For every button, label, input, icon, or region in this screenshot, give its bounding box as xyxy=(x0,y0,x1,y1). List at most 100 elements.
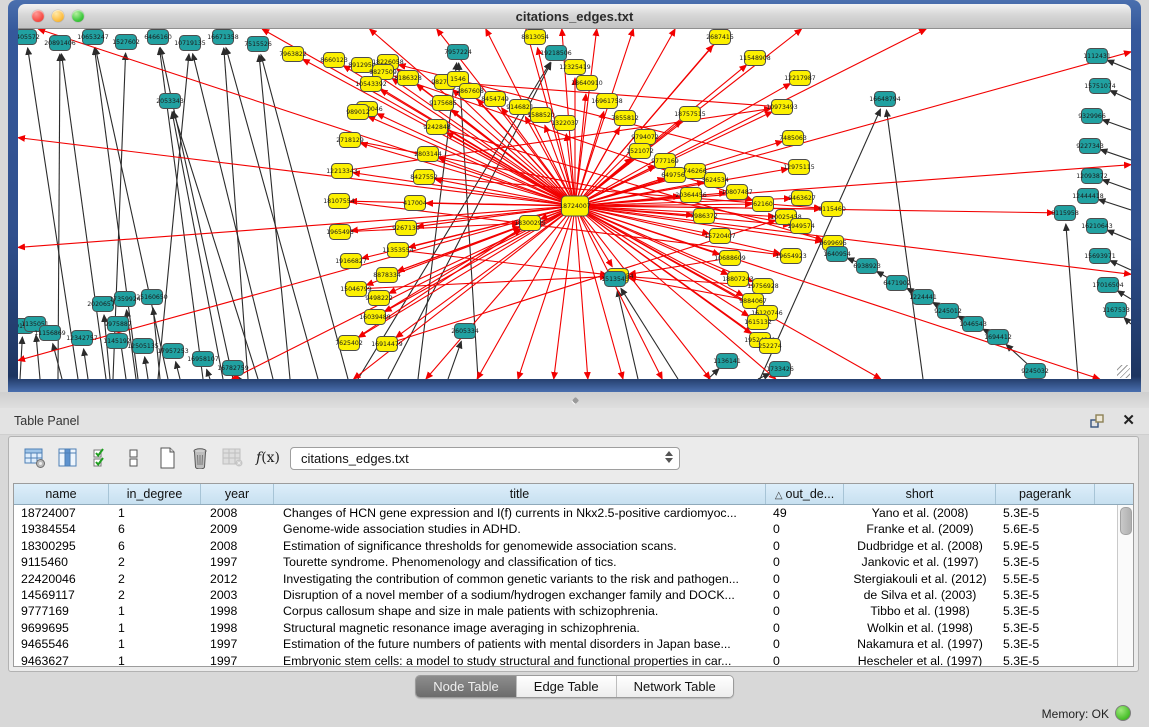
table-row[interactable]: 969969511998Structural magnetic resonanc… xyxy=(14,620,1133,636)
network-canvas[interactable]: 2405572208914061065324715276026466160107… xyxy=(18,29,1131,379)
table-cell[interactable]: Nakamura et al. (1997) xyxy=(844,636,996,652)
table-cell[interactable]: Tourette syndrome. Phenomenology and cla… xyxy=(274,554,766,570)
table-cell[interactable]: 1 xyxy=(109,505,201,521)
table-cell[interactable]: 6 xyxy=(109,521,201,537)
function-builder-icon[interactable]: f(x) xyxy=(256,450,280,466)
table-cell[interactable]: Disruption of a novel member of a sodium… xyxy=(274,587,766,603)
table-cell[interactable]: 2008 xyxy=(201,538,274,554)
table-cell[interactable]: 0 xyxy=(766,538,844,554)
table-row[interactable]: 1830029562008Estimation of significance … xyxy=(14,538,1133,554)
tab-node-table[interactable]: Node Table xyxy=(416,676,517,697)
column-header-in_degree[interactable]: in_degree xyxy=(109,484,201,504)
close-panel-icon[interactable]: ✕ xyxy=(1122,411,1135,429)
table-cell[interactable]: 0 xyxy=(766,587,844,603)
table-cell[interactable]: Dudbridge et al. (2008) xyxy=(844,538,996,554)
table-cell[interactable]: de Silva et al. (2003) xyxy=(844,587,996,603)
table-cell[interactable]: 1 xyxy=(109,620,201,636)
table-cell[interactable]: 5.3E-5 xyxy=(996,554,1095,570)
table-row[interactable]: 911546021997Tourette syndrome. Phenomeno… xyxy=(14,554,1133,570)
scrollbar-thumb[interactable] xyxy=(1120,507,1132,535)
table-cell[interactable]: 2003 xyxy=(201,587,274,603)
table-cell[interactable]: 2 xyxy=(109,587,201,603)
table-cell[interactable]: 5.3E-5 xyxy=(996,636,1095,652)
table-cell[interactable]: 49 xyxy=(766,505,844,521)
panel-splitter[interactable] xyxy=(0,392,1149,408)
table-cell[interactable]: Yano et al. (2008) xyxy=(844,505,996,521)
table-cell[interactable]: 2 xyxy=(109,571,201,587)
table-cell[interactable]: Stergiakouli et al. (2012) xyxy=(844,571,996,587)
table-cell[interactable]: Franke et al. (2009) xyxy=(844,521,996,537)
table-cell[interactable]: Changes of HCN gene expression and I(f) … xyxy=(274,505,766,521)
column-header-year[interactable]: year xyxy=(201,484,274,504)
column-header-short[interactable]: short xyxy=(844,484,996,504)
column-header-out_de[interactable]: △out_de... xyxy=(766,484,844,504)
splitter-handle-icon[interactable] xyxy=(572,397,579,404)
resize-grip-icon[interactable] xyxy=(1117,365,1130,378)
memory-indicator[interactable] xyxy=(1115,705,1131,721)
table-cell[interactable]: 2008 xyxy=(201,505,274,521)
table-cell[interactable]: 9115460 xyxy=(14,554,109,570)
table-cell[interactable]: 9699695 xyxy=(14,620,109,636)
table-cell[interactable]: 0 xyxy=(766,620,844,636)
table-cell[interactable]: 18300295 xyxy=(14,538,109,554)
table-cell[interactable]: 5.5E-5 xyxy=(996,571,1095,587)
table-cell[interactable]: 5.3E-5 xyxy=(996,620,1095,636)
table-cell[interactable]: 19384554 xyxy=(14,521,109,537)
table-cell[interactable]: Jankovic et al. (1997) xyxy=(844,554,996,570)
table-cell[interactable]: Genome-wide association studies in ADHD. xyxy=(274,521,766,537)
table-cell[interactable]: Corpus callosum shape and size in male p… xyxy=(274,603,766,619)
table-cell[interactable]: 5.3E-5 xyxy=(996,653,1095,667)
table-cell[interactable]: 5.3E-5 xyxy=(996,587,1095,603)
table-cell[interactable]: 1997 xyxy=(201,653,274,667)
new-table-icon[interactable] xyxy=(155,446,179,470)
table-cell[interactable]: 5.3E-5 xyxy=(996,505,1095,521)
table-cell[interactable]: 2 xyxy=(109,554,201,570)
show-columns-icon[interactable] xyxy=(56,446,80,470)
table-cell[interactable]: 9465546 xyxy=(14,636,109,652)
table-cell[interactable]: Tibbo et al. (1998) xyxy=(844,603,996,619)
table-row[interactable]: 946554611997Estimation of the future num… xyxy=(14,636,1133,652)
table-cell[interactable]: 18724007 xyxy=(14,505,109,521)
table-cell[interactable]: 9463627 xyxy=(14,653,109,667)
table-cell[interactable]: 1 xyxy=(109,603,201,619)
table-cell[interactable]: 1997 xyxy=(201,554,274,570)
table-cell[interactable]: Structural magnetic resonance image aver… xyxy=(274,620,766,636)
table-row[interactable]: 977716911998Corpus callosum shape and si… xyxy=(14,603,1133,619)
table-row[interactable]: 946362711997Embryonic stem cells: a mode… xyxy=(14,653,1133,667)
clear-selection-icon[interactable] xyxy=(122,446,146,470)
table-cell[interactable]: Investigating the contribution of common… xyxy=(274,571,766,587)
table-cell[interactable]: 2012 xyxy=(201,571,274,587)
table-cell[interactable]: 1998 xyxy=(201,620,274,636)
table-cell[interactable]: 6 xyxy=(109,538,201,554)
column-header-title[interactable]: title xyxy=(274,484,766,504)
table-selector-dropdown[interactable]: citations_edges.txt xyxy=(290,447,680,470)
table-scrollbar[interactable] xyxy=(1117,505,1133,666)
table-cell[interactable]: 22420046 xyxy=(14,571,109,587)
column-header-name[interactable]: name xyxy=(14,484,109,504)
select-rows-icon[interactable] xyxy=(89,446,113,470)
import-table-icon[interactable] xyxy=(221,446,245,470)
tab-edge-table[interactable]: Edge Table xyxy=(517,676,617,697)
table-row[interactable]: 2242004622012Investigating the contribut… xyxy=(14,571,1133,587)
table-cell[interactable]: 0 xyxy=(766,603,844,619)
table-cell[interactable]: 1998 xyxy=(201,603,274,619)
column-header-pagerank[interactable]: pagerank xyxy=(996,484,1095,504)
table-cell[interactable]: 9777169 xyxy=(14,603,109,619)
table-cell[interactable]: 1 xyxy=(109,636,201,652)
table-row[interactable]: 1938455462009Genome-wide association stu… xyxy=(14,521,1133,537)
table-cell[interactable]: Estimation of significance thresholds fo… xyxy=(274,538,766,554)
table-cell[interactable]: 5.6E-5 xyxy=(996,521,1095,537)
table-cell[interactable]: Estimation of the future numbers of pati… xyxy=(274,636,766,652)
table-cell[interactable]: 5.9E-5 xyxy=(996,538,1095,554)
table-cell[interactable]: 0 xyxy=(766,554,844,570)
table-row[interactable]: 1456911722003Disruption of a novel membe… xyxy=(14,587,1133,603)
table-cell[interactable]: 0 xyxy=(766,653,844,667)
tab-network-table[interactable]: Network Table xyxy=(617,676,733,697)
delete-table-icon[interactable] xyxy=(188,446,212,470)
table-settings-icon[interactable] xyxy=(23,446,47,470)
table-cell[interactable]: 5.3E-5 xyxy=(996,603,1095,619)
table-cell[interactable]: Embryonic stem cells: a model to study s… xyxy=(274,653,766,667)
table-cell[interactable]: Hescheler et al. (1997) xyxy=(844,653,996,667)
table-cell[interactable]: 0 xyxy=(766,636,844,652)
table-row[interactable]: 1872400712008Changes of HCN gene express… xyxy=(14,505,1133,521)
